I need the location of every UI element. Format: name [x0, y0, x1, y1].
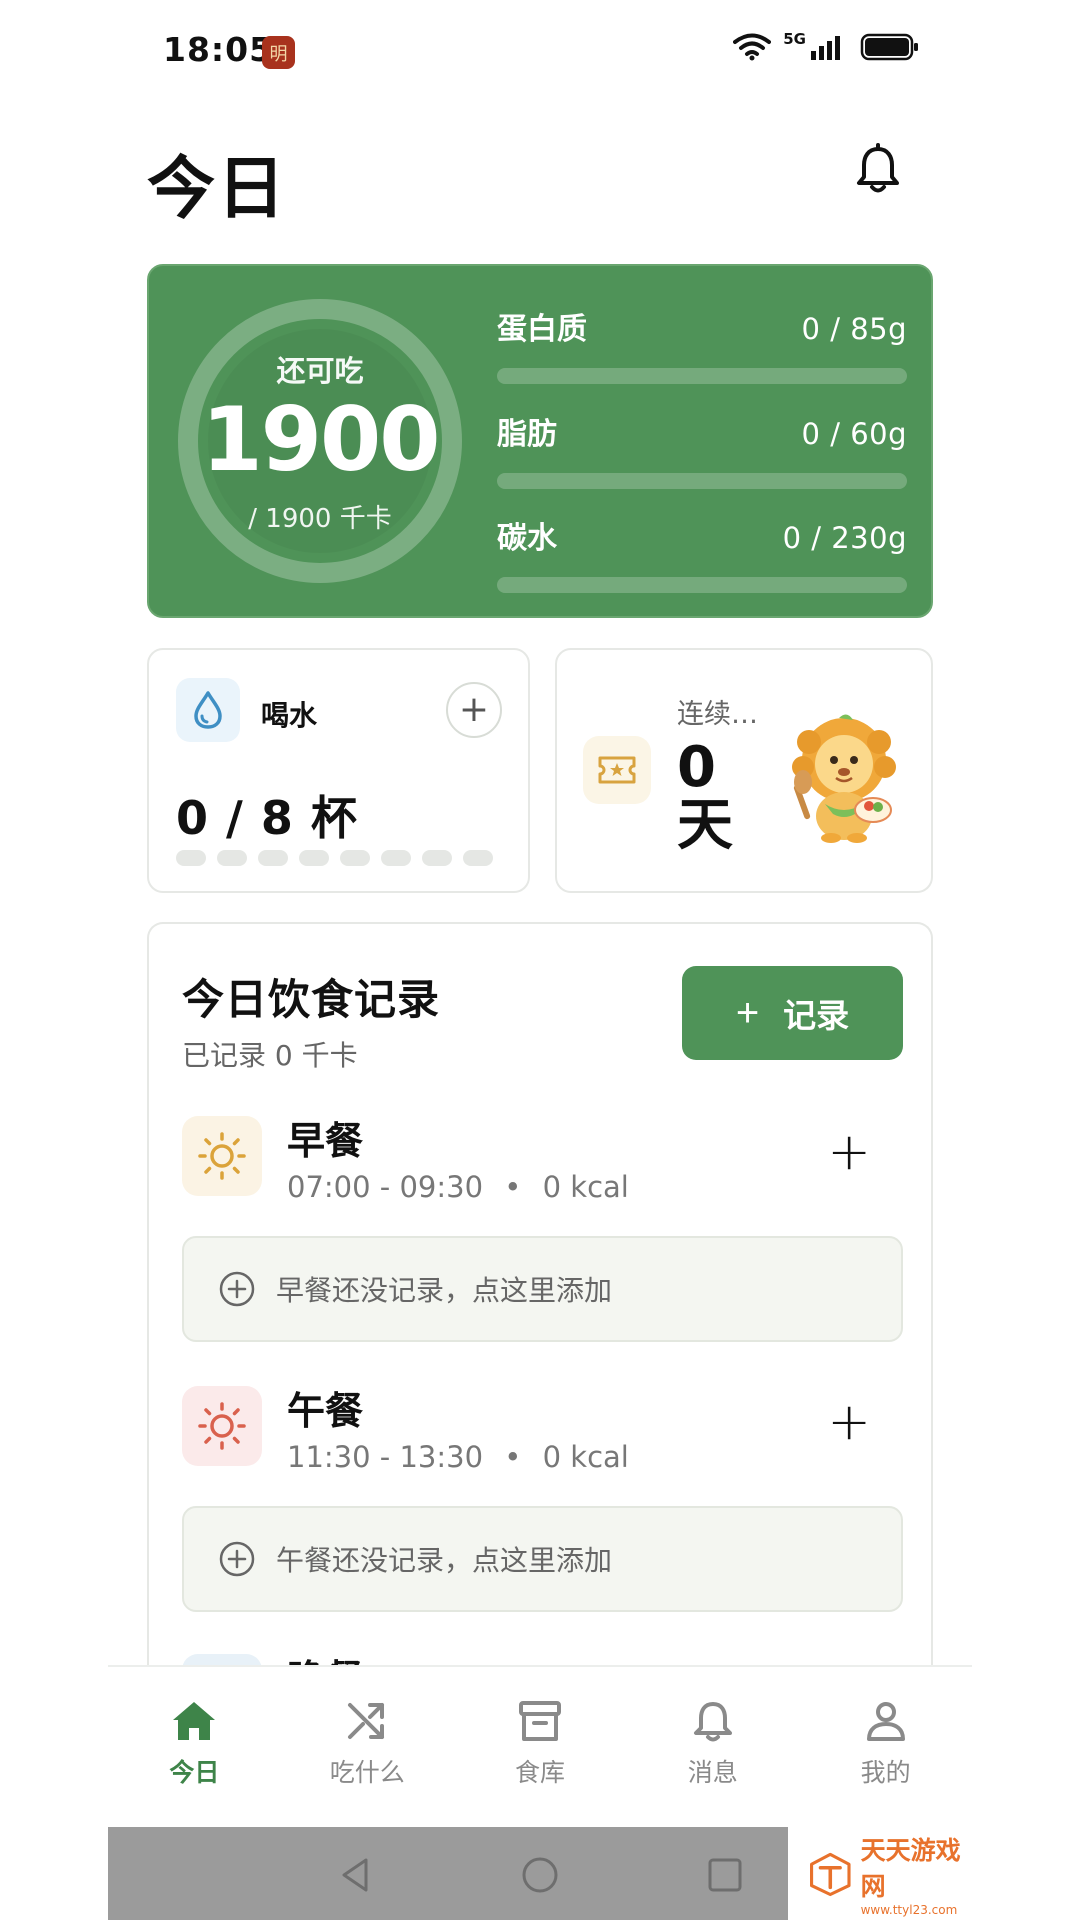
water-cup — [258, 850, 288, 866]
clock: 18:05 — [163, 30, 274, 69]
battery-icon — [860, 33, 918, 61]
watermark-url: www.ttyl23.com — [860, 1902, 958, 1917]
meta-separator: • — [504, 1440, 522, 1474]
meal-name: 早餐 — [287, 1119, 364, 1163]
streak-unit: 天 — [677, 793, 733, 858]
calorie-summary-card[interactable]: 还可吃 1900 / 1900 千卡 蛋白质 0 / 85g 脂肪 0 / 60… — [147, 264, 933, 618]
water-cup — [463, 850, 493, 866]
meal-name: 午餐 — [287, 1389, 364, 1433]
tab-today[interactable]: 今日 — [108, 1667, 281, 1827]
sun-icon — [182, 1386, 262, 1466]
archive-box-icon — [518, 1701, 561, 1741]
add-lunch-entry[interactable]: 午餐还没记录，点这里添加 — [182, 1506, 903, 1612]
empty-hint: 早餐还没记录，点这里添加 — [276, 1274, 613, 1307]
calorie-target: / 1900 千卡 — [248, 503, 392, 534]
streak-label: 连续… — [677, 699, 758, 730]
macro-carbs: 碳水 0 / 230g — [497, 513, 907, 593]
streak-card[interactable]: 连续… 0 天 — [555, 648, 933, 893]
shuffle-icon — [348, 1703, 385, 1739]
empty-hint: 午餐还没记录，点这里添加 — [276, 1544, 613, 1577]
meal-meta: 07:00 - 09:30 • 0 kcal — [287, 1170, 629, 1204]
water-cup — [176, 850, 206, 866]
tab-food-library[interactable]: 食库 — [454, 1667, 627, 1827]
tab-what-to-eat[interactable]: 吃什么 — [281, 1667, 454, 1827]
macro-value: 0 / 230g — [782, 521, 907, 555]
water-card[interactable]: 喝水 + 0 / 8 杯 — [147, 648, 530, 893]
tab-label: 消息 — [687, 1758, 738, 1787]
bell-icon[interactable] — [853, 143, 903, 197]
home-icon — [173, 1702, 216, 1740]
tab-messages[interactable]: 消息 — [626, 1667, 799, 1827]
wifi-icon — [733, 33, 772, 61]
plus-icon: + — [735, 991, 760, 1035]
app-notification-icon: 明 — [262, 36, 295, 69]
macro-progress-bar — [497, 368, 907, 384]
streak-value: 0 — [677, 735, 716, 800]
calorie-remaining: 还可吃 1900 / 1900 千卡 — [175, 296, 465, 586]
tab-label: 我的 — [860, 1758, 911, 1787]
page-title: 今日 — [147, 150, 288, 229]
water-drop-icon — [176, 678, 240, 742]
record-button[interactable]: + 记录 — [682, 966, 903, 1060]
status-bar: 18:05 明 5G — [0, 0, 1080, 100]
food-log-card: 今日饮食记录 已记录 0 千卡 + 记录 早餐 07:00 - 09:30 • … — [147, 922, 933, 1682]
signal-icon — [811, 36, 840, 60]
food-log-subtitle: 已记录 0 千卡 — [182, 1039, 358, 1072]
food-log-title: 今日饮食记录 — [182, 975, 441, 1024]
tab-label: 今日 — [169, 1758, 220, 1787]
macro-progress-bar — [497, 577, 907, 593]
status-icons: 5G — [733, 30, 920, 62]
water-cup — [217, 850, 247, 866]
bottom-tab-bar: 今日 吃什么 食库 消息 我的 — [108, 1665, 972, 1827]
plus-circle-icon — [219, 1541, 255, 1577]
home-nav-icon[interactable] — [520, 1855, 560, 1895]
macro-name: 蛋白质 — [497, 312, 587, 347]
meta-separator: • — [504, 1170, 522, 1204]
tab-profile[interactable]: 我的 — [799, 1667, 972, 1827]
tab-label: 吃什么 — [329, 1758, 405, 1787]
water-cups — [176, 850, 493, 866]
recents-icon[interactable] — [705, 1855, 745, 1895]
meal-time: 07:00 - 09:30 — [287, 1170, 484, 1204]
add-water-button[interactable]: + — [446, 682, 502, 738]
add-breakfast-button[interactable]: + — [827, 1126, 871, 1178]
water-cup — [299, 850, 329, 866]
meal-kcal: 0 kcal — [542, 1440, 629, 1474]
water-cup — [381, 850, 411, 866]
bell-icon — [693, 1702, 732, 1742]
water-count: 0 / 8 杯 — [176, 791, 358, 845]
add-breakfast-entry[interactable]: 早餐还没记录，点这里添加 — [182, 1236, 903, 1342]
network-type-label: 5G — [783, 30, 806, 48]
macro-value: 0 / 60g — [801, 417, 907, 451]
macro-name: 脂肪 — [497, 417, 557, 452]
water-cup — [422, 850, 452, 866]
macro-protein: 蛋白质 0 / 85g — [497, 304, 907, 384]
back-icon[interactable] — [336, 1855, 376, 1895]
meal-time: 11:30 - 13:30 — [287, 1440, 484, 1474]
watermark-logo: 天天游戏网 www.ttyl23.com — [788, 1827, 972, 1920]
water-title: 喝水 — [261, 699, 318, 732]
sun-icon — [182, 1116, 262, 1196]
water-cup — [340, 850, 370, 866]
macro-name: 碳水 — [497, 521, 557, 556]
plus-circle-icon — [219, 1271, 255, 1307]
meal-meta: 11:30 - 13:30 • 0 kcal — [287, 1440, 629, 1474]
lion-mascot — [792, 714, 896, 843]
user-icon — [866, 1702, 905, 1741]
watermark-icon — [810, 1852, 851, 1896]
ticket-star-icon — [583, 736, 651, 804]
macro-progress-bar — [497, 473, 907, 489]
meal-kcal: 0 kcal — [542, 1170, 629, 1204]
tab-label: 食库 — [514, 1758, 565, 1787]
macro-fat: 脂肪 0 / 60g — [497, 409, 907, 489]
remaining-label: 还可吃 — [276, 353, 364, 388]
record-button-label: 记录 — [783, 997, 850, 1034]
macro-value: 0 / 85g — [801, 312, 907, 346]
watermark-title: 天天游戏网 — [860, 1835, 961, 1901]
add-lunch-button[interactable]: + — [827, 1396, 871, 1448]
remaining-value: 1900 — [201, 387, 441, 491]
